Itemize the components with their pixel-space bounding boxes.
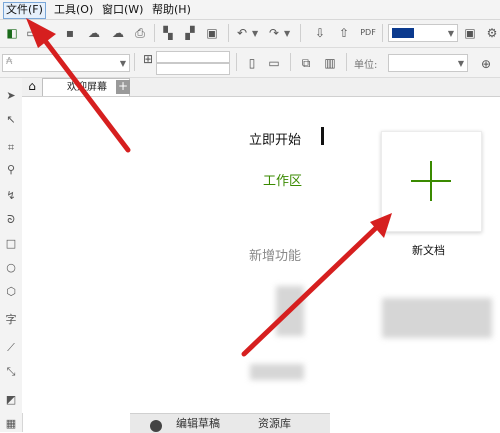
landscape-icon[interactable]: ▭ — [266, 55, 282, 71]
menu-tools[interactable]: 工具(O) — [52, 2, 95, 17]
toolbox: ➤ ↖ ⌗ ⚲ ↯ ᘐ □ ○ ⬡ 字 ⟋ ⤡ ◩ ▦ — [0, 78, 23, 432]
export-icon[interactable]: ⇧ — [336, 25, 352, 41]
add-tab-button[interactable]: + — [116, 80, 130, 94]
font-select[interactable]: ₳ ▼ — [2, 54, 130, 72]
position-y-field[interactable] — [156, 63, 230, 75]
plus-icon-bar — [411, 180, 451, 182]
connector-tool-icon[interactable]: ⤡ — [3, 364, 19, 380]
text-tool-icon[interactable]: 字 — [3, 312, 19, 328]
nav-new-features[interactable]: 新增功能 — [249, 245, 301, 264]
shape-tool-icon[interactable]: ↖ — [3, 112, 19, 128]
paste-icon[interactable]: ▣ — [204, 25, 220, 41]
unit-label: 单位: — [354, 60, 378, 71]
options-icon[interactable]: ⚙ — [484, 25, 500, 41]
bottom-left-text[interactable]: 编辑草稿 — [176, 415, 220, 431]
open-folder-icon[interactable]: ▭ — [24, 25, 40, 41]
import-icon[interactable]: ⇩ — [312, 25, 328, 41]
transparency-tool-icon[interactable]: ▦ — [3, 416, 19, 432]
new-document-label: 新文档 — [412, 244, 445, 257]
toolbar-separator — [236, 53, 237, 71]
new-document-icon[interactable]: ◧ — [4, 25, 20, 41]
toolbar-separator — [228, 24, 229, 42]
undo-dropdown-icon[interactable]: ▼ — [252, 29, 258, 38]
toolbar-separator — [134, 53, 135, 71]
chevron-down-icon: ▼ — [447, 29, 454, 38]
artistic-media-tool-icon[interactable]: ᘐ — [3, 212, 19, 228]
color-swatch — [392, 28, 414, 38]
freehand-tool-icon[interactable]: ↯ — [3, 188, 19, 204]
nav-workspace[interactable]: 工作区 — [263, 170, 302, 189]
dimension-tool-icon[interactable]: ⟋ — [3, 340, 19, 356]
toolbar-separator — [290, 53, 291, 71]
shadow-tool-icon[interactable]: ◩ — [3, 392, 19, 408]
print-icon[interactable]: ⎙ — [132, 25, 148, 41]
export-pdf-icon[interactable]: PDF — [360, 25, 376, 41]
blurred-nav-item — [250, 364, 304, 380]
current-page-icon[interactable]: ▥ — [322, 55, 338, 71]
ellipse-tool-icon[interactable]: ○ — [3, 260, 19, 276]
cut-icon[interactable]: ▚ — [160, 25, 176, 41]
toolbar-separator — [154, 24, 155, 42]
save-icon[interactable]: ▪ — [62, 25, 78, 41]
font-preview-icon: ₳ — [6, 56, 13, 67]
copy-icon[interactable]: ▞ — [182, 25, 198, 41]
cloud-download-icon[interactable]: ☁ — [110, 25, 126, 41]
user-icon — [150, 420, 162, 432]
blurred-recent-file — [382, 298, 492, 338]
undo-icon[interactable]: ↶ — [234, 25, 250, 41]
redo-icon[interactable]: ↷ — [266, 25, 282, 41]
nav-get-started[interactable]: 立即开始 — [249, 129, 301, 148]
menu-bar: 文件(F) 工具(O) 窗口(W) 帮助(H) — [0, 0, 500, 20]
unit-select[interactable]: ▼ — [388, 54, 468, 72]
property-bar: ₳ ▼ ⊞ ▯ ▭ ⧉ ▥ 单位: ▼ ⊕ — [0, 48, 500, 78]
menu-file[interactable]: 文件(F) — [3, 2, 46, 19]
blurred-nav-item — [276, 286, 304, 336]
full-screen-icon[interactable]: ▣ — [462, 25, 478, 41]
new-document-card[interactable] — [381, 131, 482, 232]
toolbar-separator — [346, 53, 347, 71]
pick-tool-icon[interactable]: ➤ — [3, 88, 19, 104]
menu-window[interactable]: 窗口(W) — [100, 2, 145, 17]
rectangle-tool-icon[interactable]: □ — [3, 236, 19, 252]
chevron-down-icon: ▼ — [119, 59, 126, 68]
nav-active-indicator — [321, 127, 324, 145]
toolbar-separator — [300, 24, 301, 42]
position-x-field[interactable] — [156, 51, 230, 63]
nudge-icon[interactable]: ⊕ — [478, 56, 494, 72]
bottom-panel: 编辑草稿 资源库 — [130, 413, 330, 433]
chevron-down-icon: ▼ — [457, 59, 464, 68]
redo-dropdown-icon[interactable]: ▼ — [284, 29, 290, 38]
standard-toolbar: ◧ ▭ ▼ ▪ ☁ ☁ ⎙ ▚ ▞ ▣ ↶ ▼ ↷ ▼ ⇩ ⇧ PDF ▼ ▣ … — [0, 20, 500, 48]
bottom-right-text[interactable]: 资源库 — [258, 415, 291, 431]
polygon-tool-icon[interactable]: ⬡ — [3, 284, 19, 300]
position-icon: ⊞ — [142, 52, 154, 66]
zoom-tool-icon[interactable]: ⚲ — [3, 162, 19, 178]
document-tabs: ⌂ 欢迎屏幕 + — [22, 78, 500, 97]
cloud-upload-icon[interactable]: ☁ — [86, 25, 102, 41]
tab-label: 欢迎屏幕 — [67, 82, 107, 93]
color-select[interactable]: ▼ — [388, 24, 458, 42]
home-icon[interactable]: ⌂ — [25, 80, 39, 93]
all-pages-icon[interactable]: ⧉ — [298, 55, 314, 71]
menu-help[interactable]: 帮助(H) — [150, 2, 193, 17]
portrait-icon[interactable]: ▯ — [244, 55, 260, 71]
open-dropdown-icon[interactable]: ▼ — [44, 29, 50, 38]
crop-tool-icon[interactable]: ⌗ — [3, 140, 19, 156]
toolbar-separator — [382, 24, 383, 42]
